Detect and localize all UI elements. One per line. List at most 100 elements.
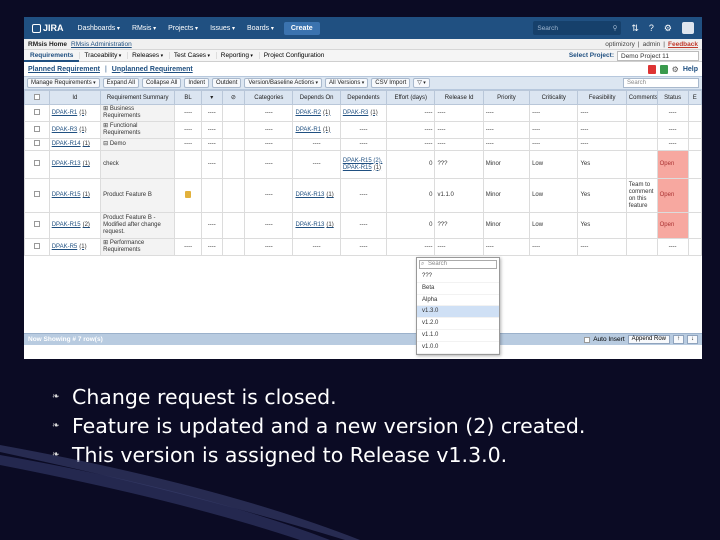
checkbox[interactable] (33, 242, 40, 249)
row-checkbox[interactable] (24, 138, 50, 151)
menu-project-configuration[interactable]: Project Configuration (258, 52, 329, 59)
checkbox[interactable] (33, 140, 40, 146)
checkbox[interactable] (33, 93, 40, 100)
col-more[interactable]: E (687, 90, 702, 105)
filter-icon[interactable]: ▽ (413, 78, 430, 88)
pdf-export-icon[interactable] (647, 64, 656, 74)
nav-rmsis[interactable]: RMsis (126, 25, 162, 32)
cell-depends-on[interactable]: DPAK-R13 (1) (292, 212, 341, 239)
cell-id[interactable]: DPAK-R5 (1) (48, 238, 102, 256)
menu-reporting[interactable]: Reporting (215, 52, 257, 59)
col-effort[interactable]: Effort (days) (386, 90, 436, 105)
grid-search-input[interactable]: Search (623, 78, 699, 88)
nav-boards[interactable]: Boards (241, 25, 280, 32)
table-row[interactable]: DPAK-R15 (1) Product Feature B ---- DPAK-R13… (24, 178, 702, 213)
create-button[interactable]: Create (283, 21, 320, 35)
release-option[interactable]: v1.3.0 (417, 306, 499, 319)
release-option[interactable]: Alpha (417, 295, 499, 307)
tab-unplanned-requirement[interactable]: Unplanned Requirement (112, 66, 193, 73)
outdent-button[interactable]: Outdent (212, 78, 242, 88)
col-status[interactable]: Status (656, 90, 689, 105)
collapse-all-button[interactable]: Collapse All (141, 78, 182, 88)
cell-depends-on[interactable]: DPAK-R1 (1) (292, 121, 341, 139)
gear-icon[interactable]: ⚙ (664, 23, 672, 34)
row-checkbox[interactable] (24, 150, 50, 179)
expand-all-button[interactable]: Expand All (102, 78, 139, 88)
release-option[interactable]: v1.0.0 (417, 342, 499, 354)
cell-dependents[interactable]: DPAK-R3 (1) (339, 104, 388, 122)
avatar[interactable] (682, 22, 694, 34)
tab-requirements[interactable]: Requirements (24, 50, 80, 62)
col-bl[interactable]: BL (174, 90, 202, 105)
excel-export-icon[interactable] (659, 64, 668, 74)
append-row-button[interactable]: Append Row (627, 335, 670, 344)
col-dependents[interactable]: Dependents (339, 90, 388, 105)
checkbox[interactable] (33, 108, 40, 115)
rmsis-home-link[interactable]: RMsis Home (28, 41, 67, 48)
col-attachment[interactable]: ⊘ (221, 90, 246, 105)
col-sort-arrow[interactable]: ▾ (200, 90, 223, 105)
cell-dependents[interactable]: DPAK-R15 (2), DPAK-R15 (1) (339, 150, 388, 179)
table-row[interactable]: DPAK-R15 (2) Product Feature B - Modified … (24, 212, 702, 239)
row-checkbox[interactable] (24, 104, 50, 122)
help-icon[interactable]: ? (649, 23, 654, 33)
cell-id[interactable]: DPAK-R1 (1) (48, 104, 102, 122)
checkbox[interactable] (33, 125, 40, 132)
indent-button[interactable]: Indent (184, 78, 210, 88)
jira-logo[interactable]: JIRA (24, 23, 72, 33)
cell-depends-on[interactable]: DPAK-R13 (1) (292, 178, 341, 213)
move-down-icon[interactable]: ↓ (687, 335, 698, 344)
row-checkbox[interactable] (24, 212, 50, 239)
rmsis-admin-link[interactable]: RMsis Administration (71, 41, 132, 48)
table-row[interactable]: DPAK-R3 (1) ⊞ Functional Requirements ---- -… (24, 121, 702, 139)
notifications-icon[interactable]: ⇅ (631, 23, 639, 34)
cell-depends-on[interactable]: DPAK-R2 (1) (292, 104, 341, 122)
col-comments[interactable]: Comments (625, 90, 658, 105)
auto-insert-checkbox[interactable] (584, 336, 591, 343)
checkbox[interactable] (33, 160, 40, 166)
cell-id[interactable]: DPAK-R3 (1) (48, 121, 102, 139)
project-select[interactable]: Demo Project 11 (617, 50, 699, 61)
jira-search-input[interactable]: Search ⚲ (533, 21, 622, 35)
cell-id[interactable]: DPAK-R14 (1) (48, 138, 102, 151)
release-option[interactable]: Beta (417, 283, 499, 295)
row-checkbox[interactable] (24, 121, 50, 139)
col-categories[interactable]: Categories (244, 90, 294, 105)
checkbox[interactable] (33, 221, 40, 227)
cell-id[interactable]: DPAK-R15 (2) (48, 212, 102, 239)
table-row[interactable]: DPAK-R14 (1) ⊟ Demo ---- ---- ---- ---- ---- ---… (24, 138, 702, 151)
table-row[interactable]: DPAK-R1 (1) ⊞ Business Requirements ---- ---… (24, 104, 702, 122)
all-versions-select[interactable]: All Versions (325, 78, 369, 88)
nav-projects[interactable]: Projects (162, 25, 204, 32)
nav-dashboards[interactable]: Dashboards (72, 25, 126, 32)
cell-id[interactable]: DPAK-R13 (1) (48, 150, 102, 179)
help-link[interactable]: Help (683, 66, 698, 73)
col-feasibility[interactable]: Feasibility (577, 90, 627, 105)
col-release-id[interactable]: Release Id (434, 90, 484, 105)
menu-releases[interactable]: Releases (127, 52, 168, 59)
col-priority[interactable]: Priority (482, 90, 531, 105)
cell-id[interactable]: DPAK-R15 (1) (48, 178, 102, 213)
col-criticality[interactable]: Criticality (529, 90, 579, 105)
tab-planned-requirement[interactable]: Planned Requirement (28, 66, 100, 73)
settings-icon[interactable]: ⚙ (672, 65, 679, 74)
menu-traceability[interactable]: Traceability (79, 52, 126, 59)
row-checkbox[interactable] (24, 178, 50, 213)
checkbox[interactable] (33, 191, 40, 197)
csv-import-button[interactable]: CSV Import (371, 78, 411, 88)
manage-requirements-button[interactable]: Manage Requirements (27, 78, 100, 88)
col-id[interactable]: Id (48, 90, 102, 105)
user-label[interactable]: admin (643, 41, 661, 48)
nav-issues[interactable]: Issues (204, 25, 241, 32)
feedback-link[interactable]: Feedback (668, 41, 698, 48)
menu-test-cases[interactable]: Test Cases (168, 52, 214, 59)
row-checkbox[interactable] (24, 238, 50, 256)
select-all-checkbox[interactable] (24, 90, 50, 105)
version-baseline-button[interactable]: Version/Baseline Actions (244, 78, 322, 88)
release-option[interactable]: ??? (417, 271, 499, 283)
release-search-input[interactable]: Search (419, 260, 497, 269)
col-depends-on[interactable]: Depends On (292, 90, 341, 105)
col-summary[interactable]: Requirement Summary (100, 90, 176, 105)
table-row[interactable]: DPAK-R5 (1) ⊞ Performance Requirements ----… (24, 238, 702, 256)
move-up-icon[interactable]: ↑ (673, 335, 684, 344)
